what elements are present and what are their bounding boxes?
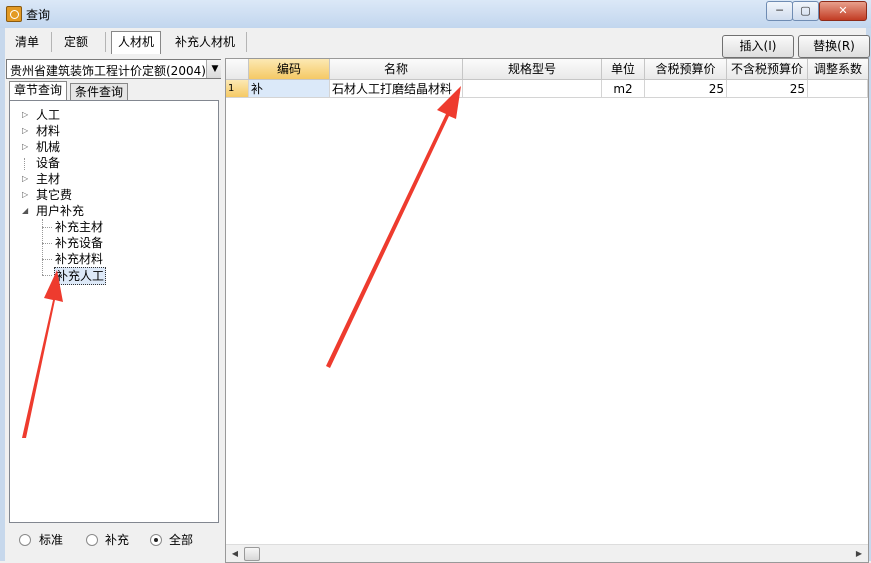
tree-label: 补充材料 [55, 252, 104, 266]
maximize-button[interactable]: ▢ [792, 1, 819, 21]
tab-separator [105, 32, 106, 52]
replace-button[interactable]: 替换(R) [798, 35, 870, 58]
cell-unit[interactable]: m2 [602, 80, 645, 98]
tree-label: 材料 [36, 124, 61, 138]
radio-all[interactable] [150, 534, 162, 546]
expand-triangle-icon[interactable]: ▷ [22, 187, 30, 203]
tree-label: 补充设备 [55, 236, 104, 250]
title-bar[interactable]: 查询 ─ ▢ ✕ [0, 0, 871, 28]
col-header-price-notax[interactable]: 不含税预算价 [727, 59, 808, 80]
col-header-price-tax[interactable]: 含税预算价 [645, 59, 727, 80]
tree-label: 补充主材 [55, 220, 104, 234]
expand-triangle-icon[interactable]: ▷ [22, 171, 30, 187]
top-tabs: 清单 定额 人材机 补充人材机 插入(I) 替换(R) [5, 28, 870, 58]
collapse-triangle-icon[interactable]: ◢ [22, 203, 30, 219]
col-header-code[interactable]: 编码 [249, 59, 330, 80]
tree-label: 机械 [36, 140, 61, 154]
tab-chapter-query[interactable]: 章节查询 [9, 81, 68, 101]
radio-supplement[interactable] [86, 534, 98, 546]
quota-select[interactable]: 贵州省建筑装饰工程计价定额(2004) ▼ [6, 59, 224, 79]
tree-connector [42, 243, 52, 244]
window-title: 查询 [26, 8, 51, 22]
horizontal-scrollbar[interactable]: ◀ ▶ [226, 544, 868, 562]
results-grid: 编码 名称 规格型号 单位 含税预算价 不含税预算价 调整系数 1 补 石材人工… [225, 58, 869, 563]
radio-standard[interactable] [19, 534, 31, 546]
tree-label: 用户补充 [36, 204, 85, 218]
radio-label: 补充 [105, 533, 130, 547]
cell-price-notax[interactable]: 25 [727, 80, 808, 98]
app-icon [6, 6, 22, 22]
scroll-left-icon[interactable]: ◀ [228, 545, 242, 562]
tab-separator [246, 32, 247, 52]
tab-supplement-lmm[interactable]: 补充人材机 [169, 32, 241, 52]
category-tree: ▷ 人工 ▷ 材料 ▷ 机械 设备 ▷ 主材 ▷ 其它费 ◢ 用户补充 补充主材… [9, 100, 219, 523]
col-header-spec[interactable]: 规格型号 [463, 59, 602, 80]
cell-spec[interactable] [463, 80, 602, 98]
tree-label: 其它费 [36, 188, 73, 202]
client-area: 清单 定额 人材机 补充人材机 插入(I) 替换(R) 贵州省建筑装饰工程计价定… [5, 28, 870, 563]
tree-connector [42, 227, 52, 228]
query-window: 查询 ─ ▢ ✕ 清单 定额 人材机 补充人材机 插入(I) 替换(R) 贵州省… [0, 0, 871, 563]
tab-condition-query[interactable]: 条件查询 [70, 83, 129, 101]
tab-separator [51, 32, 52, 52]
expand-triangle-icon[interactable]: ▷ [22, 139, 30, 155]
cell-factor[interactable] [808, 80, 868, 98]
radio-label: 全部 [169, 533, 194, 547]
tree-label: 主材 [36, 172, 61, 186]
grid-corner [226, 59, 249, 80]
col-header-name[interactable]: 名称 [330, 59, 463, 80]
tab-bill[interactable]: 清单 [9, 32, 45, 52]
cell-code[interactable]: 补 [249, 80, 330, 98]
tree-label-selected: 补充人工 [54, 267, 107, 285]
tree-connector [42, 275, 52, 276]
tree-label: 设备 [36, 156, 61, 170]
radio-label: 标准 [39, 533, 64, 547]
minimize-button[interactable]: ─ [766, 1, 793, 21]
tree-label: 人工 [36, 108, 61, 122]
scroll-right-icon[interactable]: ▶ [852, 545, 866, 562]
cell-name[interactable]: 石材人工打磨结晶材料 [330, 80, 463, 98]
cell-price-tax[interactable]: 25 [645, 80, 727, 98]
tree-connector [42, 259, 52, 260]
scroll-thumb[interactable] [244, 547, 260, 561]
col-header-unit[interactable]: 单位 [602, 59, 645, 80]
insert-button[interactable]: 插入(I) [722, 35, 794, 58]
tab-quota[interactable]: 定额 [58, 32, 94, 52]
expand-triangle-icon[interactable]: ▷ [22, 123, 30, 139]
tree-connector [22, 155, 30, 171]
expand-triangle-icon[interactable]: ▷ [22, 107, 30, 123]
quota-select-value: 贵州省建筑装饰工程计价定额(2004) [10, 64, 206, 78]
tab-labor-material-machine[interactable]: 人材机 [111, 31, 162, 54]
row-number[interactable]: 1 [226, 80, 249, 98]
close-button[interactable]: ✕ [819, 1, 867, 21]
col-header-factor[interactable]: 调整系数 [808, 59, 868, 80]
